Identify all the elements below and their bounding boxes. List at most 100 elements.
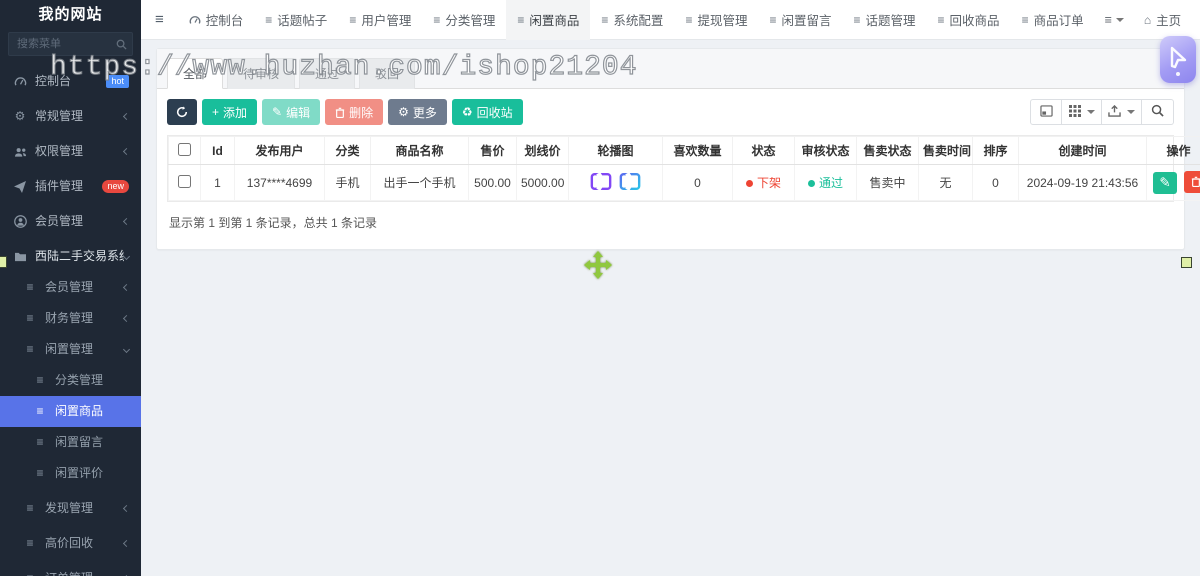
panel-icon (1039, 104, 1053, 120)
row-delete-button[interactable] (1184, 171, 1200, 194)
extension-cursor-badge[interactable] (1160, 36, 1196, 83)
table-row[interactable]: 1 137****4699 手机 出手一个手机 500.00 5000.00 0 (168, 164, 1200, 201)
list-icon: ≡ (685, 12, 693, 27)
caret-down-icon (1127, 110, 1135, 114)
search-toggle-button[interactable] (1142, 99, 1174, 125)
clear-cache-button[interactable]: 清除缓存 (1191, 0, 1200, 40)
refresh-button[interactable] (167, 99, 197, 125)
audit-badge: 通过 (807, 176, 843, 190)
site-logo[interactable]: 我的网站 (0, 0, 141, 30)
list-icon: ≡ (36, 373, 44, 387)
sidebar-item-idle-mgmt[interactable]: ≡ 闲置管理 (0, 334, 141, 365)
chevron-down-icon (122, 345, 131, 354)
users-icon (12, 146, 28, 158)
nav-dashboard[interactable]: 控制台 (178, 0, 255, 40)
menu-toggle-icon[interactable]: ≡ (141, 11, 178, 28)
move-cursor-icon (584, 251, 612, 279)
plus-icon: + (212, 105, 220, 119)
list-icon: ≡ (26, 501, 34, 515)
col-carousel: 轮播图 (568, 136, 663, 165)
sidebar-item-general[interactable]: ⚙ 常规管理 (0, 101, 141, 132)
col-likes: 喜欢数量 (662, 136, 733, 165)
broken-image-icon[interactable] (590, 171, 612, 194)
recycle-bin-button[interactable]: ♻ 回收站 (451, 99, 523, 125)
nav-idle-goods[interactable]: ≡ 闲置商品 (506, 0, 591, 40)
sidebar-item-member-mgmt[interactable]: ≡ 会员管理 (0, 272, 141, 303)
tab-rejected[interactable]: 驳回 (359, 58, 416, 89)
new-badge: new (102, 180, 129, 193)
sidebar-item-auth[interactable]: 权限管理 (0, 136, 141, 167)
nav-more-dropdown[interactable]: ≡ (1095, 0, 1134, 40)
refresh-icon (176, 106, 188, 118)
list-icon: ≡ (36, 466, 44, 480)
nav-topic-mgmt[interactable]: ≡ 话题管理 (843, 0, 927, 40)
col-created: 创建时间 (1018, 136, 1147, 165)
data-panel: 全部 待审核 通过 驳回 + 添加 ✎ 编辑 删除 ⚙ 更多 ♻ 回收站 Id … (156, 48, 1200, 250)
sidebar-item-order-mgmt[interactable]: ≡ 订单管理 (0, 563, 141, 576)
sidebar-item-idle-review[interactable]: ≡ 闲置评价 (0, 458, 141, 489)
nav-idle-message[interactable]: ≡ 闲置留言 (758, 0, 842, 40)
sidebar-item-finance[interactable]: ≡ 财务管理 (0, 303, 141, 334)
cell-price: 500.00 (468, 164, 517, 201)
edit-button[interactable]: ✎ 编辑 (262, 99, 321, 125)
list-icon: ≡ (1021, 12, 1029, 27)
nav-category-mgmt[interactable]: ≡ 分类管理 (422, 0, 506, 40)
nav-system-config[interactable]: ≡ 系统配置 (590, 0, 674, 40)
caret-down-icon (1086, 110, 1095, 114)
sidebar-item-dashboard[interactable]: 控制台 hot (0, 66, 141, 97)
nav-goods-orders[interactable]: ≡ 商品订单 (1011, 0, 1095, 40)
sidebar-search-input[interactable] (8, 32, 133, 56)
chevron-left-icon (122, 539, 131, 548)
col-sort: 排序 (972, 136, 1019, 165)
col-price: 售价 (468, 136, 517, 165)
table-header-row: Id 发布用户 分类 商品名称 售价 划线价 轮播图 喜欢数量 状态 审核状态 … (168, 136, 1200, 165)
nav-withdraw-mgmt[interactable]: ≡ 提现管理 (674, 0, 758, 40)
list-icon: ≡ (36, 404, 44, 418)
tab-all[interactable]: 全部 (167, 58, 224, 89)
sidebar-item-discover[interactable]: ≡ 发现管理 (0, 493, 141, 524)
sidebar-item-member[interactable]: 会员管理 (0, 206, 141, 237)
add-button[interactable]: + 添加 (202, 99, 258, 125)
toolbar: + 添加 ✎ 编辑 删除 ⚙ 更多 ♻ 回收站 (167, 99, 1174, 125)
chevron-left-icon (122, 217, 131, 226)
home-icon: ⌂ (1143, 12, 1152, 27)
chevron-left-icon (122, 283, 131, 292)
trash-icon (1191, 175, 1200, 190)
sidebar-item-xilu-system[interactable]: 西陆二手交易系统 (0, 241, 141, 272)
col-sale-time: 售卖时间 (918, 136, 973, 165)
col-audit: 审核状态 (794, 136, 857, 165)
cell-name: 出手一个手机 (370, 164, 469, 201)
tab-pending[interactable]: 待审核 (227, 58, 296, 89)
topbar: ≡ 控制台 ≡ 话题帖子 ≡ 用户管理 ≡ 分类管理 ≡ 闲置商品 ≡ 系统配置 ≡ 提现管… (141, 0, 1200, 40)
panel-toggle-button[interactable] (1030, 99, 1062, 125)
more-button[interactable]: ⚙ 更多 (388, 99, 447, 125)
nav-topic-posts[interactable]: ≡ 话题帖子 (254, 0, 338, 40)
tab-passed[interactable]: 通过 (299, 58, 356, 89)
nav-recycle-goods[interactable]: ≡ 回收商品 (927, 0, 1011, 40)
home-button[interactable]: ⌂ 主页 (1134, 0, 1191, 40)
columns-button[interactable] (1062, 99, 1102, 125)
row-edit-button[interactable]: ✎ (1153, 171, 1177, 194)
pencil-icon: ✎ (1159, 174, 1171, 190)
main-content: 全部 待审核 通过 驳回 + 添加 ✎ 编辑 删除 ⚙ 更多 ♻ 回收站 Id … (141, 40, 1200, 576)
sidebar-item-idle-goods[interactable]: ≡ 闲置商品 (0, 396, 141, 427)
nav-user-mgmt[interactable]: ≡ 用户管理 (338, 0, 422, 40)
delete-button[interactable]: 删除 (325, 99, 384, 125)
col-name: 商品名称 (370, 136, 469, 165)
select-all-checkbox[interactable] (178, 142, 191, 156)
sidebar-item-category-mgmt[interactable]: ≡ 分类管理 (0, 365, 141, 396)
status-dot (745, 180, 753, 188)
selection-handle-left[interactable] (0, 256, 7, 268)
sidebar-item-addon[interactable]: 插件管理 new (0, 171, 141, 202)
export-button[interactable] (1102, 99, 1142, 125)
selection-handle-right[interactable] (1181, 257, 1192, 268)
col-status: 状态 (732, 136, 795, 165)
broken-image-icon[interactable] (619, 171, 641, 194)
sidebar-item-recycle-high[interactable]: ≡ 高价回收 (0, 528, 141, 559)
row-checkbox[interactable] (178, 174, 191, 188)
col-operate: 操作 (1146, 136, 1200, 165)
cell-created: 2024-09-19 21:43:56 (1018, 164, 1147, 201)
recycle-icon: ♻ (461, 105, 473, 119)
sidebar-item-idle-message[interactable]: ≡ 闲置留言 (0, 427, 141, 458)
user-circle-icon (12, 215, 28, 228)
